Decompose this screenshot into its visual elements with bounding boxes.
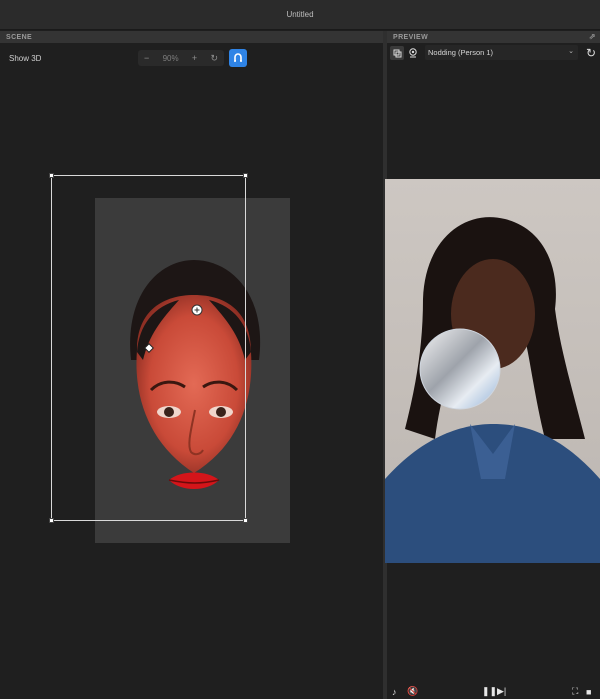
refresh-icon: ↻ [585,46,597,60]
zoom-control: − 90% + ↻ [138,50,224,66]
scene-header-label: SCENE [6,33,33,41]
resize-handle-top-right[interactable] [243,173,248,178]
resize-handle-bottom-right[interactable] [243,518,248,523]
resize-handle-bottom-left[interactable] [49,518,54,523]
title-bar: Untitled [0,0,600,30]
magnet-icon [234,53,242,62]
popout-icon[interactable]: ⇗ [589,32,596,41]
refresh-preview-button[interactable]: ↻ [584,46,598,60]
pause-button[interactable]: ❚❚ [482,686,497,697]
fullscreen-icon[interactable]: ⛶ [572,686,578,697]
mute-icon[interactable]: 🔇 [407,686,418,697]
show-3d-toggle[interactable]: Show 3D [9,54,41,63]
magnet-snap-button[interactable] [229,49,247,67]
pan-hand-icon[interactable] [191,304,203,316]
tiktok-icon[interactable]: ♪ [392,687,397,697]
webcam-button[interactable] [406,46,420,60]
anchor-point-icon[interactable] [144,343,154,353]
zoom-reset-button[interactable]: ↻ [210,53,218,64]
preview-header-label: PREVIEW [393,33,429,41]
camera-source-button[interactable] [390,46,404,60]
zoom-out-button[interactable]: − [144,53,149,63]
zoom-in-button[interactable]: + [192,53,197,63]
preview-video-select[interactable]: Nodding (Person 1) ⌄ [425,45,578,60]
layers-icon [393,49,401,57]
scene-panel: Show 3D − 90% + ↻ [0,43,383,699]
preview-video-frame [385,179,600,563]
scene-panel-header: SCENE [0,31,383,43]
skip-forward-button[interactable]: ▶| [497,686,506,697]
webcam-icon [409,48,417,58]
zoom-level[interactable]: 90% [163,54,179,63]
window-title: Untitled [286,10,314,19]
preview-panel: Nodding (Person 1) ⌄ ↻ ♪ 🔇 ❚❚ ▶| ⛶ ■ [385,43,600,699]
preview-video-selected: Nodding (Person 1) [428,48,494,57]
resize-handle-top-left[interactable] [49,173,54,178]
record-video-icon[interactable]: ■ [586,687,591,697]
chevron-down-icon: ⌄ [568,48,574,55]
preview-panel-header: PREVIEW ⇗ [387,31,600,43]
